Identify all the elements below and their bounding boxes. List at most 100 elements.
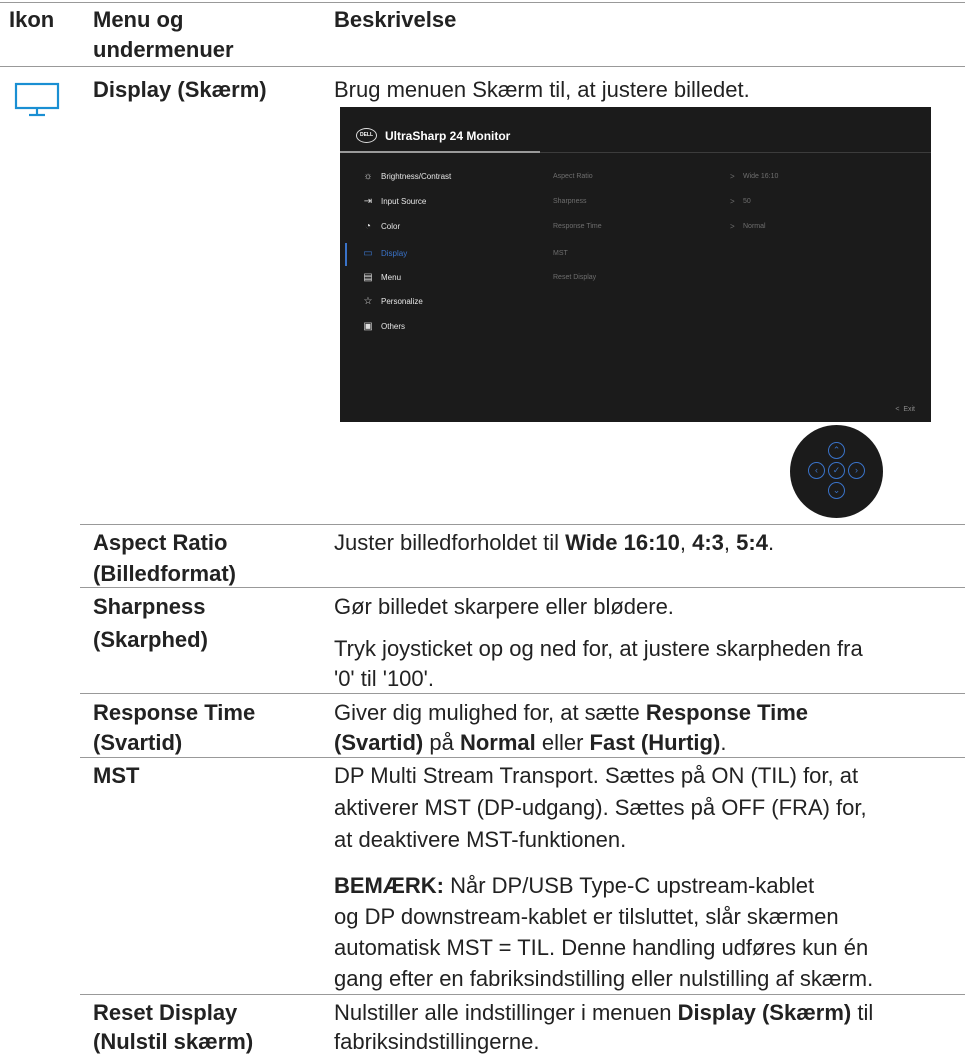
osd-menu-item-others[interactable]: ▣ Others <box>361 319 405 335</box>
osd-menu-label: Brightness/Contrast <box>381 172 452 181</box>
osd-menu-item-display[interactable]: ▭ Display <box>361 246 407 262</box>
osd-menu-item-personalize[interactable]: ☆ Personalize <box>361 294 423 310</box>
mst-note-2: og DP downstream-kablet er tilsluttet, s… <box>334 904 839 929</box>
osd-menu-item-color[interactable]: ◔ Color <box>361 219 400 235</box>
sharpness-description-2: Tryk joysticket op og ned for, at juster… <box>334 636 863 661</box>
joystick-up-icon: ⌃ <box>828 442 845 459</box>
text: Juster billedforholdet til <box>334 530 566 555</box>
text: eller <box>535 730 590 755</box>
brightness-icon: ☼ <box>363 171 373 182</box>
header-menu-column: Menu og <box>93 7 184 32</box>
color-icon: ◔ <box>364 221 372 232</box>
joystick-diagram: ⌃ ‹ ✓ › ⌄ <box>790 425 883 518</box>
option-5-4: 5:4 <box>736 530 768 555</box>
menu-sharpness: Sharpness <box>93 594 206 619</box>
mst-description-2: aktiverer MST (DP-udgang). Sættes på OFF… <box>334 795 867 820</box>
header-icon-column: Ikon <box>9 7 55 32</box>
menu-display: Display (Skærm) <box>93 77 267 102</box>
monitor-icon <box>10 82 64 122</box>
star-icon: ☆ <box>363 296 373 307</box>
response-time-description: Giver dig mulighed for, at sætte Respons… <box>334 697 808 728</box>
menu-aspect-ratio-translation: (Billedformat) <box>93 561 236 586</box>
option-wide: Wide 16:10 <box>565 530 680 555</box>
menu-aspect-ratio: Aspect Ratio <box>93 530 228 555</box>
osd-menu-label: Color <box>381 222 401 231</box>
text: (Svartid) <box>334 730 424 755</box>
reset-display-description-2: fabriksindstillingerne. <box>334 1029 540 1054</box>
menu-mst: MST <box>93 763 140 788</box>
text: . <box>720 730 727 755</box>
menu-icon: ▤ <box>363 272 373 283</box>
joystick-left-icon: ‹ <box>808 462 825 479</box>
menu-sharpness-translation: (Skarphed) <box>93 627 208 652</box>
osd-menu-item-brightness[interactable]: ☼ Brightness/Contrast <box>361 169 451 185</box>
mst-description-1: DP Multi Stream Transport. Sættes på ON … <box>334 763 859 788</box>
text: , <box>679 530 693 555</box>
mst-note-3: automatisk MST = TIL. Denne handling udf… <box>334 935 869 960</box>
text: , <box>723 530 737 555</box>
osd-exit-label: Exit <box>903 406 915 413</box>
menu-reset-display-translation: (Nulstil skærm) <box>93 1029 254 1054</box>
input-source-icon: ⇥ <box>363 196 373 207</box>
table-top-rule <box>0 2 965 3</box>
joystick-down-icon: ⌄ <box>828 482 845 499</box>
osd-menu-label: Personalize <box>381 297 423 306</box>
response-time-description-2: (Svartid) på Normal eller Fast (Hurtig). <box>334 727 726 758</box>
row-rule <box>80 994 965 995</box>
text: Nulstiller alle indstillinger i menuen <box>334 1000 678 1025</box>
osd-menu-label: Menu <box>381 273 402 282</box>
osd-menu-item-menu[interactable]: ▤ Menu <box>361 270 401 286</box>
display-icon: ▭ <box>363 248 373 259</box>
osd-value-sharpness: 50 <box>743 198 751 205</box>
osd-selection-bar <box>345 243 347 266</box>
osd-menu-label: Others <box>381 322 406 331</box>
osd-submenu-reset-display[interactable]: Reset Display <box>553 271 596 285</box>
sharpness-description: Gør billedet skarpere eller blødere. <box>334 594 674 619</box>
osd-exit[interactable]: < Exit <box>895 406 915 413</box>
mst-description-3: at deaktivere MST-funktionen. <box>334 827 627 852</box>
text: Når DP/USB Type-C upstream-kablet <box>444 873 815 898</box>
header-menu-column-line2: undermenuer <box>93 37 234 62</box>
others-icon: ▣ <box>363 321 373 332</box>
osd-menu-label: Display <box>381 249 408 258</box>
chevron-right-icon: > <box>730 222 735 231</box>
osd-submenu-mst[interactable]: MST <box>553 247 568 261</box>
display-description: Brug menuen Skærm til, at justere billed… <box>334 77 750 102</box>
osd-menu-item-input-source[interactable]: ⇥ Input Source <box>361 194 427 210</box>
mst-note-4: gang efter en fabriksindstilling eller n… <box>334 966 874 991</box>
joystick-right-icon: › <box>848 462 865 479</box>
text: Response Time <box>645 700 809 725</box>
option-4-3: 4:3 <box>692 530 724 555</box>
chevron-left-icon: < <box>895 406 900 413</box>
mst-note-1: BEMÆRK: Når DP/USB Type-C upstream-kable… <box>334 870 814 901</box>
osd-menu-label: Input Source <box>381 197 427 206</box>
text: Fast (Hurtig) <box>589 730 721 755</box>
menu-reset-display: Reset Display <box>93 1000 238 1025</box>
joystick-center-icon: ✓ <box>828 462 845 479</box>
osd-submenu-sharpness[interactable]: Sharpness <box>553 195 586 209</box>
header-description-column: Beskrivelse <box>334 7 457 32</box>
chevron-right-icon: > <box>730 172 735 181</box>
osd-submenu-response-time[interactable]: Response Time <box>553 220 602 234</box>
row-rule <box>80 524 965 525</box>
osd-title: UltraSharp 24 Monitor <box>385 129 511 143</box>
osd-screenshot: DELL UltraSharp 24 Monitor ☼ Brightness/C… <box>340 107 931 422</box>
chevron-right-icon: > <box>730 197 735 206</box>
note-label: BEMÆRK: <box>334 873 444 898</box>
menu-response-time: Response Time <box>93 700 256 725</box>
text: . <box>767 530 775 555</box>
dell-logo: DELL <box>356 128 377 143</box>
osd-value-aspect-ratio: Wide 16:10 <box>743 173 779 180</box>
aspect-ratio-description: Juster billedforholdet til Wide 16:10, 4… <box>334 527 774 558</box>
sharpness-description-2b: '0' til '100'. <box>334 666 434 691</box>
text: Normal <box>459 730 536 755</box>
reset-display-description: Nulstiller alle indstillinger i menuen D… <box>334 997 873 1028</box>
row-rule <box>80 693 965 694</box>
osd-submenu-aspect-ratio[interactable]: Aspect Ratio <box>553 170 593 184</box>
text: til <box>851 1000 874 1025</box>
osd-value-response-time: Normal <box>743 223 766 230</box>
header-rule <box>0 66 965 67</box>
text: Display (Skærm) <box>677 1000 852 1025</box>
menu-response-time-translation: (Svartid) <box>93 730 183 755</box>
osd-divider-highlight <box>340 151 540 153</box>
